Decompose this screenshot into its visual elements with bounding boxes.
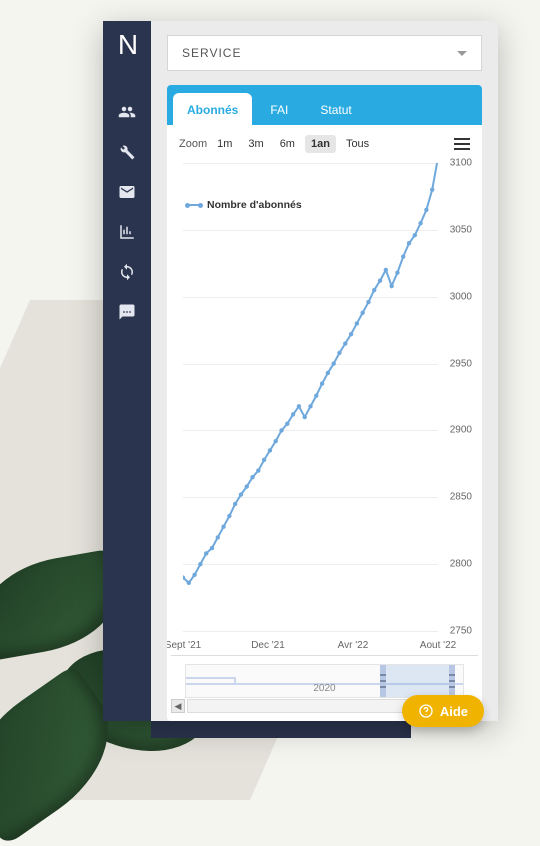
- help-button[interactable]: Aide: [402, 695, 484, 727]
- tab-isp[interactable]: FAI: [256, 93, 302, 125]
- app-window: N SERVICE Abonnés FAI Statut: [103, 21, 498, 721]
- help-label: Aide: [440, 704, 468, 719]
- navigator-handle-left[interactable]: [380, 674, 386, 688]
- help-icon: [418, 703, 434, 719]
- y-axis-tick: 3100: [450, 158, 472, 169]
- chart-plot-area[interactable]: Nombre d'abonnés 27502800285029002950300…: [171, 163, 478, 655]
- chevron-down-icon: [457, 51, 467, 56]
- navigator-year-label: 2020: [313, 683, 335, 694]
- gridline: [183, 631, 438, 632]
- chart-menu-icon[interactable]: [454, 135, 470, 153]
- chart-card: Abonnés FAI Statut Zoom 1m 3m 6m 1an Tou…: [167, 85, 482, 721]
- zoom-group: Zoom 1m 3m 6m 1an Tous: [179, 135, 375, 153]
- navigator-scroll-left[interactable]: ◀: [171, 699, 185, 713]
- main-panel: SERVICE Abonnés FAI Statut Zoom 1m 3m 6m…: [151, 21, 498, 721]
- zoom-label: Zoom: [179, 138, 207, 150]
- x-axis-tick: Avr '22: [338, 640, 369, 651]
- logo: N: [118, 29, 136, 61]
- tab-status[interactable]: Statut: [306, 93, 365, 125]
- x-axis-tick: Aout '22: [420, 640, 456, 651]
- line-series: [183, 163, 438, 631]
- navigator-handle-right[interactable]: [449, 674, 455, 688]
- zoom-6m[interactable]: 6m: [274, 135, 301, 153]
- y-axis-tick: 2850: [450, 492, 472, 503]
- service-select[interactable]: SERVICE: [167, 35, 482, 71]
- y-axis-tick: 2800: [450, 559, 472, 570]
- chart-icon[interactable]: [118, 223, 136, 241]
- sync-icon[interactable]: [118, 263, 136, 281]
- users-icon[interactable]: [118, 103, 136, 121]
- tab-subscribers[interactable]: Abonnés: [173, 93, 252, 125]
- service-select-label: SERVICE: [182, 46, 241, 60]
- y-axis-tick: 3050: [450, 224, 472, 235]
- zoom-1m[interactable]: 1m: [211, 135, 238, 153]
- y-axis-tick: 2750: [450, 626, 472, 637]
- mail-icon[interactable]: [118, 183, 136, 201]
- wrench-icon[interactable]: [118, 143, 136, 161]
- zoom-1y[interactable]: 1an: [305, 135, 336, 153]
- x-axis-tick: Dec '21: [251, 640, 285, 651]
- zoom-all[interactable]: Tous: [340, 135, 375, 153]
- y-axis-tick: 2950: [450, 358, 472, 369]
- navigator-selection[interactable]: [380, 665, 455, 697]
- zoom-3m[interactable]: 3m: [242, 135, 269, 153]
- y-axis-tick: 2900: [450, 425, 472, 436]
- chart-toolbar: Zoom 1m 3m 6m 1an Tous: [167, 125, 482, 159]
- comment-icon[interactable]: [118, 303, 136, 321]
- navigator-track: 2020: [185, 664, 464, 698]
- sidebar: N: [103, 21, 151, 721]
- y-axis-tick: 3000: [450, 291, 472, 302]
- x-axis-tick: Sept '21: [167, 640, 201, 651]
- tab-bar: Abonnés FAI Statut: [167, 85, 482, 125]
